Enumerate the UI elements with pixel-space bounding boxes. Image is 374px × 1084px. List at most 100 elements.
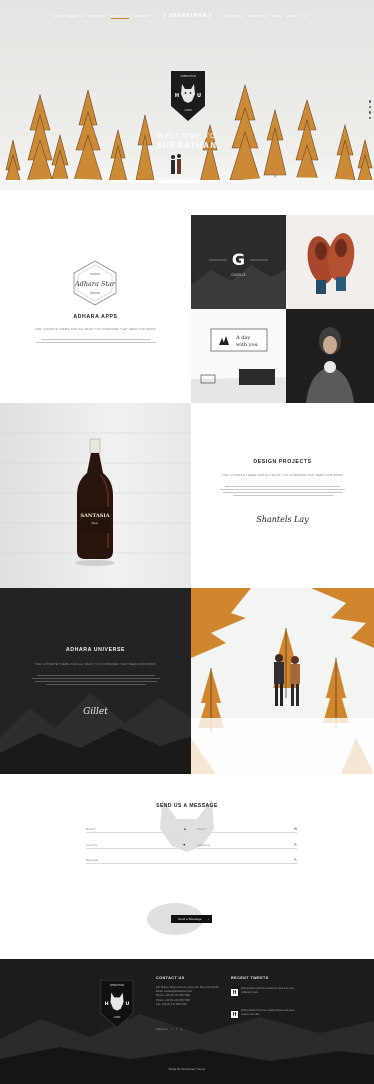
- design-subtitle: THE ULTIMATE THEME AND ALL WHAT YOU CONS…: [222, 474, 343, 477]
- name-field[interactable]: Name * ●: [86, 826, 186, 833]
- country-field-label: Country: [86, 843, 98, 847]
- portfolio-tile-day[interactable]: A day with you: [191, 309, 286, 403]
- company-field-label: Company: [197, 843, 211, 847]
- universe-signature: Gillet: [83, 707, 108, 717]
- slider-dot[interactable]: [368, 100, 371, 103]
- hero-welcome-line2: SHERATHAN: [156, 141, 218, 150]
- nav-link-portfolio[interactable]: Portfolio: [110, 14, 130, 19]
- cart-icon[interactable]: ▫: [319, 14, 321, 18]
- design-projects-panel: DESIGN PROJECTS THE ULTIMATE THEME AND A…: [191, 403, 374, 588]
- footer-follow-row: Follow Us f t g: [156, 1028, 182, 1032]
- portfolio-tile-gazelle[interactable]: G GAZELLE: [191, 215, 286, 309]
- portfolio-tile-portrait[interactable]: [286, 309, 374, 403]
- badge-letter-right: U: [197, 93, 201, 99]
- nav-left-group: Home About Us Services Portfolio Contact: [52, 14, 150, 19]
- tweet-text[interactable]: @Sherathan Premium quality theme and gre…: [241, 1009, 303, 1017]
- hero-section: Home About Us Services Portfolio Contact…: [0, 0, 374, 215]
- universe-subtitle: THE ULTIMATE THEME AND ALL WHAT YOU CONS…: [35, 663, 156, 666]
- day-with-you-illustration: A day with you: [191, 328, 286, 403]
- message-field-label: Message: [86, 858, 99, 862]
- top-navigation: Home About Us Services Portfolio Contact…: [0, 0, 374, 32]
- tweet-avatar-icon: H: [231, 1011, 238, 1018]
- husky-badge-logo: SHERATHAN H U 1984: [171, 71, 205, 121]
- apps-section: STUDIO Adhara Star DESIGN ADHARA APPS TH…: [0, 215, 374, 403]
- slider-dot[interactable]: [368, 116, 371, 119]
- logo-bottom-text: DESIGN: [90, 291, 100, 295]
- nav-link-news[interactable]: News: [286, 14, 296, 18]
- hero-welcome-line1: WELCOME TO: [157, 133, 217, 140]
- bottle-brand: SANTASIA: [80, 513, 109, 519]
- pencil-icon: ✎: [294, 858, 297, 862]
- design-body-text: [191, 486, 374, 496]
- design-section: SANTASIA Beer DESIGN PROJECTS THE ULTIMA…: [0, 403, 374, 588]
- universe-section: ADHARA UNIVERSE THE ULTIMATE THEME AND A…: [0, 588, 374, 774]
- slider-pagination: [368, 100, 371, 119]
- slider-dot[interactable]: [368, 111, 371, 114]
- footer-badge-year-text: 1984: [113, 1015, 120, 1019]
- shoes-photo: [307, 233, 355, 294]
- company-field[interactable]: Company ✎: [197, 842, 297, 849]
- winter-couple-photo: [191, 588, 374, 774]
- footer-contact-info: 227 Marion Street Avenue, Suite 123, New…: [156, 986, 226, 1007]
- nav-link-portfolio-2[interactable]: Portfolio: [249, 14, 268, 18]
- couple-photo-panel: [191, 588, 374, 774]
- message-field[interactable]: Message ✎: [86, 857, 297, 864]
- design-title: DESIGN PROJECTS: [253, 459, 312, 465]
- nav-link-blog[interactable]: Blog: [272, 14, 281, 18]
- logo-script-text: Adhara Star: [74, 280, 116, 288]
- badge-year-text: 1984: [184, 108, 192, 112]
- form-title: SEND US A MESSAGE: [156, 803, 218, 809]
- footer-tweets-title: RECENT TWEETS: [231, 976, 269, 980]
- footer-badge-letter-right: U: [125, 1001, 129, 1007]
- tile-day-text-1: A day: [235, 335, 250, 341]
- apps-body-text: [0, 339, 191, 343]
- tweet-text[interactable]: @Sherathan Add this awesome theme to you…: [241, 987, 303, 995]
- apps-subtitle: THE ULTIMATE THEME AND ALL WHAT YOU CONS…: [35, 328, 156, 331]
- twitter-icon[interactable]: t: [176, 1028, 177, 1032]
- footer: SHERATHAN H U 1984 CONTACT US 227 Marion…: [0, 959, 374, 1084]
- badge-top-text: SHERATHAN: [180, 74, 195, 78]
- send-message-label: Send a Message: [178, 917, 202, 921]
- bottle-photo-panel: SANTASIA Beer: [0, 403, 191, 588]
- pencil-icon: ✎: [294, 843, 297, 847]
- tweet-avatar-icon: H: [231, 989, 238, 996]
- envelope-icon: ✉: [294, 827, 297, 831]
- email-field[interactable]: Email * ✉: [197, 826, 297, 833]
- apps-title: ADHARA APPS: [73, 314, 118, 320]
- facebook-icon[interactable]: f: [171, 1028, 172, 1032]
- footer-contact-title: CONTACT US: [156, 976, 185, 980]
- adhara-star-logo: STUDIO Adhara Star DESIGN: [73, 260, 117, 306]
- footer-badge-top-text: SHERATHAN: [110, 984, 125, 987]
- footer-bottom-credit: Made By Sherathan Theme: [168, 1067, 206, 1071]
- portrait-photo: [306, 327, 354, 403]
- universe-body-text: [0, 675, 191, 685]
- nav-link-team[interactable]: Our Team: [226, 14, 244, 18]
- apps-panel: STUDIO Adhara Star DESIGN ADHARA APPS TH…: [0, 215, 191, 403]
- universe-title: ADHARA UNIVERSE: [65, 647, 126, 653]
- gazelle-cover-illustration: G GAZELLE: [191, 250, 286, 309]
- nav-link-home[interactable]: Home: [52, 14, 62, 18]
- footer-husky-badge-logo: SHERATHAN H U 1984: [100, 980, 134, 1028]
- tile-day-text-2: with you: [236, 342, 259, 348]
- name-field-label: Name *: [86, 827, 97, 831]
- footer-badge-letter-left: H: [105, 1001, 109, 1007]
- nav-link-services[interactable]: Services: [89, 14, 105, 18]
- location-pin-icon: ▼: [182, 843, 186, 847]
- nav-right-group: Our Team Portfolio Blog News Faq ⌕ ▫: [226, 14, 322, 18]
- bottle-sub: Beer: [92, 521, 100, 525]
- brand-logo[interactable]: { SHERATHAN }: [164, 13, 212, 19]
- logo-top-text: STUDIO: [90, 272, 100, 276]
- portfolio-tile-shoes[interactable]: [286, 215, 374, 309]
- nav-link-faq[interactable]: Faq: [301, 14, 307, 18]
- footer-mountain-backdrop: [0, 1014, 374, 1084]
- email-field-label: Email *: [197, 827, 208, 831]
- arrow-right-icon: ›: [207, 917, 209, 921]
- search-icon[interactable]: ⌕: [313, 14, 315, 18]
- beer-bottle-photo: SANTASIA Beer: [0, 432, 191, 566]
- nav-link-about[interactable]: About Us: [67, 14, 84, 18]
- send-message-button[interactable]: Send a Message ›: [171, 915, 212, 923]
- slider-dot[interactable]: [368, 105, 371, 108]
- country-field[interactable]: Country ▼: [86, 842, 186, 849]
- nav-link-contact[interactable]: Contact: [134, 14, 150, 18]
- google-plus-icon[interactable]: g: [181, 1028, 182, 1032]
